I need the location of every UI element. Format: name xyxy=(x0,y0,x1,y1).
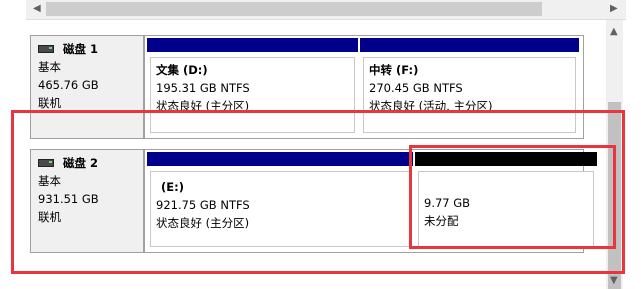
vertical-scrollbar[interactable]: ▲ ▼ xyxy=(606,20,623,289)
disk-icon xyxy=(38,159,54,167)
scroll-right-arrow-icon[interactable]: ▶ xyxy=(610,3,618,15)
disk-row-2: 磁盘 2 基本 931.51 GB 联机 (E:) 921.75 GB NTFS… xyxy=(30,149,597,253)
partition-status: 状态良好 (主分区) xyxy=(156,99,250,113)
partition-size: 270.45 GB NTFS xyxy=(369,81,463,95)
partition-status: 状态良好 (活动, 主分区) xyxy=(369,99,493,113)
disk-1-partitions: 文集 (D:) 195.31 GB NTFS 状态良好 (主分区) 中转 (F:… xyxy=(144,35,584,139)
partition-name: (E:) xyxy=(161,180,184,194)
vertical-scroll-thumb[interactable] xyxy=(608,102,621,289)
disk-2-name: 磁盘 2 xyxy=(63,156,99,170)
partition-bar xyxy=(360,38,579,52)
unallocated-space[interactable]: 9.77 GB 未分配 xyxy=(415,152,597,250)
partition-size: 921.75 GB NTFS xyxy=(156,198,250,212)
disk-2-size: 931.51 GB xyxy=(38,192,99,206)
partition-bar xyxy=(147,152,413,166)
partition-name: 文集 (D:) xyxy=(156,63,208,77)
disk-1-size: 465.76 GB xyxy=(38,78,99,92)
partition-e[interactable]: (E:) 921.75 GB NTFS 状态良好 (主分区) xyxy=(147,152,413,250)
scroll-down-arrow-icon[interactable]: ▼ xyxy=(610,275,618,287)
partition-f[interactable]: 中转 (F:) 270.45 GB NTFS 状态良好 (活动, 主分区) xyxy=(360,38,579,136)
disk-2-type: 基本 xyxy=(38,174,61,188)
partition-status: 状态良好 (主分区) xyxy=(156,216,250,230)
disk-1-status: 联机 xyxy=(38,96,61,110)
partition-size: 195.31 GB NTFS xyxy=(156,81,250,95)
disk-row-1: 磁盘 1 基本 465.76 GB 联机 文集 (D:) 195.31 GB N… xyxy=(30,35,584,139)
partition-d[interactable]: 文集 (D:) 195.31 GB NTFS 状态良好 (主分区) xyxy=(147,38,358,136)
disk-2-status: 联机 xyxy=(38,210,61,224)
scroll-up-arrow-icon[interactable]: ▲ xyxy=(610,26,618,38)
disk-1-type: 基本 xyxy=(38,60,61,74)
disk-1-info[interactable]: 磁盘 1 基本 465.76 GB 联机 xyxy=(30,35,144,139)
horizontal-scroll-thumb[interactable] xyxy=(46,2,542,16)
unallocated-bar xyxy=(415,152,597,166)
horizontal-scrollbar[interactable]: ◀ ▶ xyxy=(26,0,626,20)
disk-2-partitions: (E:) 921.75 GB NTFS 状态良好 (主分区) 9.77 GB 未… xyxy=(144,149,597,253)
partition-name: 中转 (F:) xyxy=(369,63,419,77)
unallocated-status: 未分配 xyxy=(424,214,459,228)
unallocated-size: 9.77 GB xyxy=(424,196,471,210)
disk-2-info[interactable]: 磁盘 2 基本 931.51 GB 联机 xyxy=(30,149,144,253)
disk-1-name: 磁盘 1 xyxy=(63,42,99,56)
partition-bar xyxy=(147,38,358,52)
scroll-left-arrow-icon[interactable]: ◀ xyxy=(33,3,41,15)
disk-icon xyxy=(38,45,54,53)
